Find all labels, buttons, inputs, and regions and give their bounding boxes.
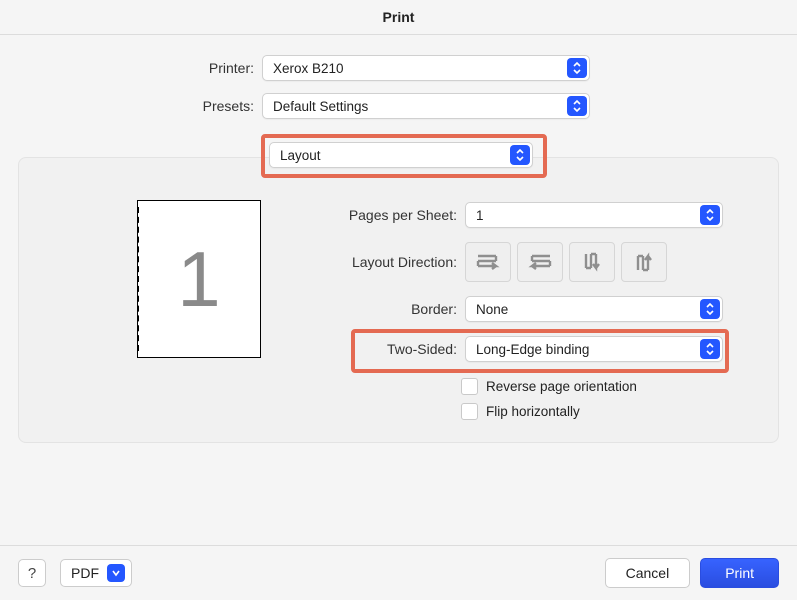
- pdf-menu-button[interactable]: PDF: [60, 559, 132, 587]
- preview-page-number: 1: [177, 234, 220, 325]
- border-select[interactable]: None: [465, 296, 723, 322]
- reverse-orientation-checkbox[interactable]: [461, 378, 478, 395]
- window-title: Print: [0, 0, 797, 35]
- pdf-menu-label: PDF: [71, 565, 99, 581]
- layout-direction-label: Layout Direction:: [281, 254, 465, 270]
- panel-section-select[interactable]: Layout: [269, 142, 533, 168]
- border-label: Border:: [281, 301, 465, 317]
- flip-horizontally-label: Flip horizontally: [486, 404, 580, 419]
- pages-per-sheet-select[interactable]: 1: [465, 202, 723, 228]
- layout-direction-option-4[interactable]: [621, 242, 667, 282]
- chevron-updown-icon: [510, 145, 530, 165]
- help-button[interactable]: ?: [18, 559, 46, 587]
- two-sided-select[interactable]: Long-Edge binding: [465, 336, 723, 362]
- reverse-orientation-label: Reverse page orientation: [486, 379, 637, 394]
- presets-label: Presets:: [0, 98, 262, 114]
- chevron-updown-icon: [700, 205, 720, 225]
- layout-direction-option-3[interactable]: [569, 242, 615, 282]
- layout-direction-option-1[interactable]: [465, 242, 511, 282]
- border-value: None: [476, 302, 508, 317]
- presets-select-value: Default Settings: [273, 99, 368, 114]
- panel-section-value: Layout: [280, 148, 321, 163]
- printer-label: Printer:: [0, 60, 262, 76]
- print-button[interactable]: Print: [700, 558, 779, 588]
- chevron-updown-icon: [567, 58, 587, 78]
- chevron-updown-icon: [567, 96, 587, 116]
- presets-select[interactable]: Default Settings: [262, 93, 590, 119]
- chevron-updown-icon: [700, 299, 720, 319]
- cancel-button[interactable]: Cancel: [605, 558, 691, 588]
- chevron-down-icon: [107, 564, 125, 582]
- printer-select-value: Xerox B210: [273, 61, 344, 76]
- two-sided-value: Long-Edge binding: [476, 342, 589, 357]
- pages-per-sheet-value: 1: [476, 208, 484, 223]
- chevron-updown-icon: [700, 339, 720, 359]
- flip-horizontally-checkbox[interactable]: [461, 403, 478, 420]
- printer-select[interactable]: Xerox B210: [262, 55, 590, 81]
- two-sided-label: Two-Sided:: [281, 341, 465, 357]
- page-preview: 1: [137, 200, 261, 358]
- binding-edge-icon: [137, 207, 140, 351]
- pages-per-sheet-label: Pages per Sheet:: [281, 207, 465, 223]
- layout-direction-option-2[interactable]: [517, 242, 563, 282]
